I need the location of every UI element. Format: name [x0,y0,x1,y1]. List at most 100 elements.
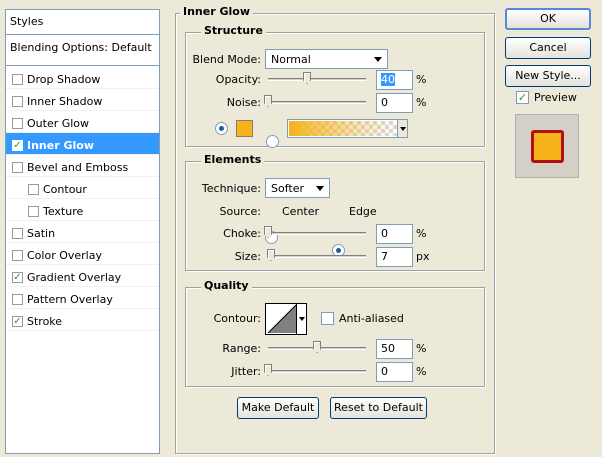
noise-label: Noise: [226,96,261,109]
opacity-slider-track[interactable] [268,78,366,81]
chevron-down-icon [298,317,305,321]
opacity-label: Opacity: [215,73,261,86]
style-item-checkbox[interactable]: ✓ [12,271,23,283]
style-item-checkbox[interactable] [12,249,23,261]
quality-title: Quality [201,279,252,292]
size-unit: px [416,250,430,263]
choke-label: Choke: [223,227,261,240]
choke-slider-track[interactable] [268,232,366,235]
new-style-button[interactable]: New Style... [505,65,591,87]
structure-title: Structure [201,24,266,37]
range-input[interactable]: 50 [376,339,413,359]
style-item-label: Satin [27,226,56,240]
jitter-input[interactable]: 0 [376,362,413,382]
style-item-satin[interactable]: Satin [6,221,159,243]
jitter-unit: % [416,365,427,378]
range-label: Range: [222,342,261,355]
style-item-gradient-overlay[interactable]: ✓ Gradient Overlay [6,265,159,287]
style-item-checkbox[interactable] [12,95,23,107]
style-item-label: Outer Glow [27,116,90,130]
ok-button[interactable]: OK [505,8,591,30]
jitter-label: Jitter: [231,365,261,378]
contour-picker[interactable] [265,303,307,335]
style-item-outer-glow[interactable]: Outer Glow [6,111,159,133]
style-item-checkbox[interactable] [28,205,39,217]
noise-input[interactable]: 0 [376,93,413,113]
blend-mode-value: Normal [271,52,311,66]
styles-list: Styles Blending Options: Default Drop Sh… [5,9,160,454]
size-slider-track[interactable] [268,255,366,258]
glow-color-swatch[interactable] [236,120,253,137]
style-item-checkbox[interactable]: ✓ [12,315,23,327]
style-item-inner-glow[interactable]: ✓ Inner Glow [6,133,159,155]
style-item-checkbox[interactable] [12,227,23,239]
preview-label[interactable]: Preview [534,91,577,104]
noise-unit: % [416,96,427,109]
contour-label: Contour: [213,312,261,325]
technique-value: Softer [271,181,304,195]
source-center-label[interactable]: Center [282,205,319,218]
style-item-label: Inner Glow [27,138,94,152]
gradient-radio[interactable] [266,135,279,148]
blend-mode-label: Blend Mode: [192,53,262,66]
source-edge-label[interactable]: Edge [349,205,377,218]
technique-dropdown[interactable]: Softer [265,178,330,198]
blend-mode-dropdown[interactable]: Normal [265,49,388,69]
solid-color-radio[interactable] [215,122,228,135]
preview-checkbox[interactable]: ✓ [516,91,529,104]
choke-input[interactable]: 0 [376,224,413,244]
style-item-color-overlay[interactable]: Color Overlay [6,243,159,265]
reset-to-default-button[interactable]: Reset to Default [330,397,427,419]
style-item-checkbox[interactable]: ✓ [12,139,23,151]
style-item-checkbox[interactable] [28,183,39,195]
blending-options-item[interactable]: Blending Options: Default [6,36,159,66]
style-item-label: Stroke [27,314,63,328]
style-item-drop-shadow[interactable]: Drop Shadow [6,67,159,89]
style-item-inner-shadow[interactable]: Inner Shadow [6,89,159,111]
style-item-checkbox[interactable] [12,293,23,305]
chevron-down-icon [374,56,382,62]
contour-preview-icon [267,304,297,334]
style-item-pattern-overlay[interactable]: Pattern Overlay [6,287,159,309]
style-item-bevel-and-emboss[interactable]: Bevel and Emboss [6,155,159,177]
style-preview-swatch [531,130,564,163]
style-item-label: Color Overlay [27,248,102,262]
style-item-checkbox[interactable] [12,161,23,173]
style-item-label: Pattern Overlay [27,292,113,306]
chevron-down-icon [316,185,324,191]
opacity-value: 40 [381,73,395,86]
cancel-button[interactable]: Cancel [505,37,591,59]
style-item-texture[interactable]: Texture [6,199,159,221]
panel-title: Inner Glow [180,5,253,18]
style-item-contour[interactable]: Contour [6,177,159,199]
size-input[interactable]: 7 [376,247,413,267]
gradient-dropdown-arrow[interactable] [397,120,407,137]
source-label: Source: [219,205,262,218]
style-item-checkbox[interactable] [12,73,23,85]
styles-header[interactable]: Styles [6,10,159,35]
make-default-button[interactable]: Make Default [237,397,319,419]
anti-aliased-label[interactable]: Anti-aliased [339,312,404,325]
style-item-stroke[interactable]: ✓ Stroke [6,309,159,331]
opacity-unit: % [416,73,427,86]
style-item-label: Drop Shadow [27,72,101,86]
style-item-label: Texture [43,204,84,218]
jitter-slider-track[interactable] [268,370,366,373]
style-preview-box [515,114,579,178]
opacity-input[interactable]: 40 [376,70,413,90]
style-item-label: Bevel and Emboss [27,160,129,174]
chevron-down-icon [399,126,406,131]
size-label: Size: [234,250,261,263]
style-item-checkbox[interactable] [12,117,23,129]
gradient-picker[interactable] [287,119,408,138]
gradient-preview [289,121,397,136]
range-unit: % [416,342,427,355]
anti-aliased-checkbox[interactable] [321,312,334,325]
elements-title: Elements [201,153,265,166]
style-item-label: Gradient Overlay [27,270,122,284]
technique-label: Technique: [201,182,261,195]
style-item-label: Inner Shadow [27,94,103,108]
contour-dropdown-arrow[interactable] [296,304,306,334]
noise-slider-track[interactable] [268,101,366,104]
style-item-label: Contour [43,182,87,196]
